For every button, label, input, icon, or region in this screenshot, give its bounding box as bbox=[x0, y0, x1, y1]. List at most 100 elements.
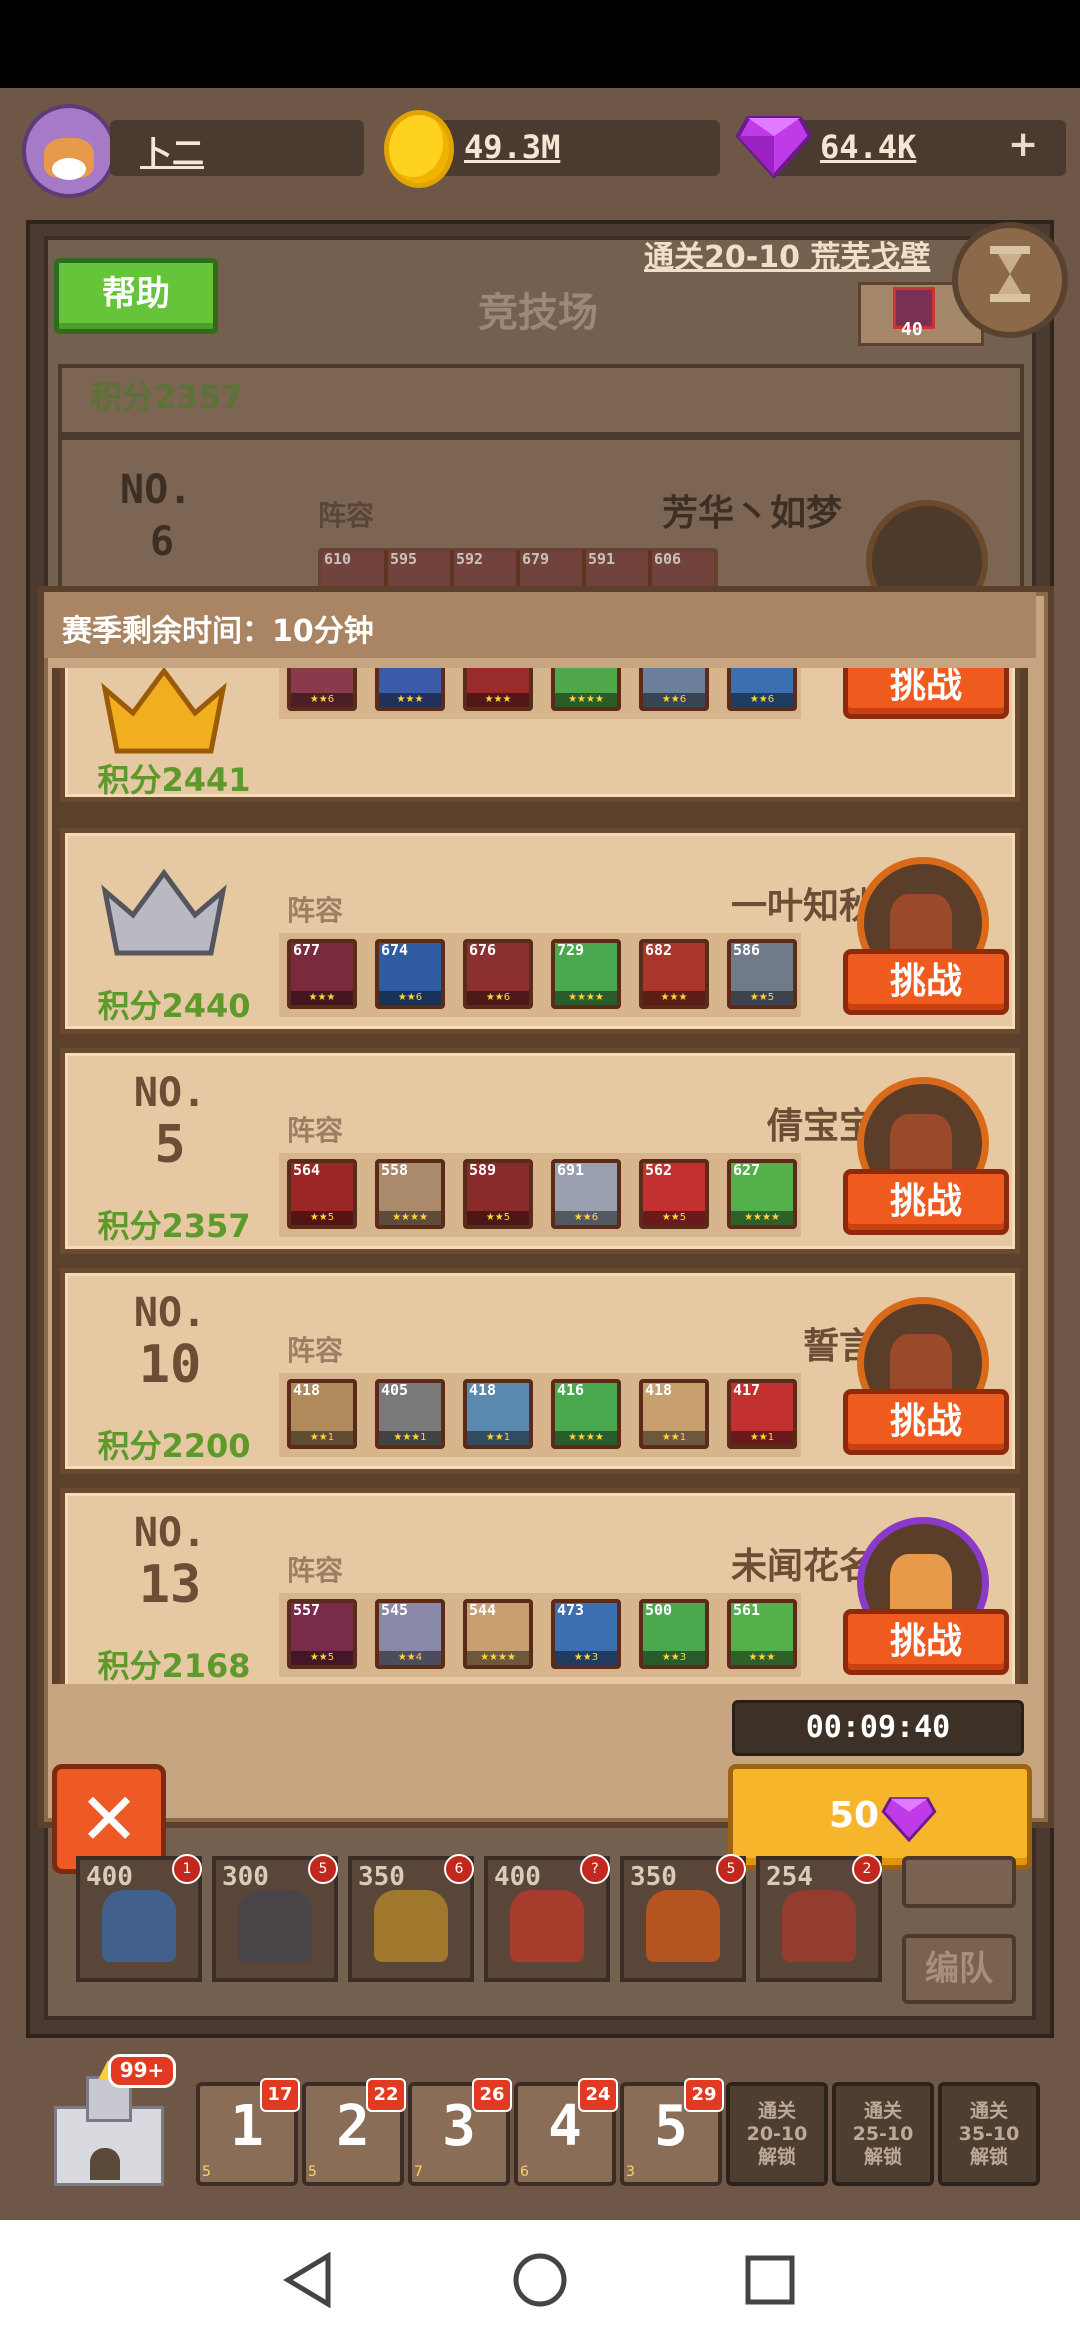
level-count-badge: 26 bbox=[472, 2078, 512, 2112]
locked-level-button[interactable]: 通关 20-10 解锁 bbox=[726, 2082, 828, 2186]
challenge-button[interactable]: 挑战 bbox=[843, 1169, 1009, 1235]
hero-card[interactable]: 557 ★★5 bbox=[287, 1599, 357, 1669]
hero-card[interactable]: 561 ★★★ bbox=[727, 1599, 797, 1669]
background-lineup-label: 阵容 bbox=[318, 499, 375, 532]
locked-line: 解锁 bbox=[863, 2145, 902, 2168]
team-slot[interactable]: 350 6 bbox=[348, 1854, 474, 1982]
challenge-button[interactable]: 挑战 bbox=[843, 668, 1009, 719]
hero-level: 610 bbox=[324, 550, 352, 568]
team-slot[interactable]: 400? bbox=[484, 1854, 610, 1982]
challenge-button[interactable]: 挑战 bbox=[843, 1389, 1009, 1455]
coin-icon bbox=[384, 110, 454, 188]
rank-no-label: NO. bbox=[133, 1290, 207, 1336]
locked-line: 解锁 bbox=[969, 2145, 1008, 2168]
hero-card[interactable]: 675★★★ bbox=[463, 668, 533, 711]
refresh-with-gems-button[interactable]: 50 bbox=[728, 1764, 1032, 1870]
team-slot[interactable]: 400 1 bbox=[76, 1854, 202, 1982]
hero-level: 682 bbox=[645, 941, 673, 959]
hero-lineup: 667★★6 602★★★ 675★★★ 777★★★★ 677★★6 687★★6 bbox=[279, 668, 801, 719]
hero-stars: ★★★★ bbox=[555, 693, 617, 707]
hero-card[interactable]: 417 ★★1 bbox=[727, 1379, 797, 1449]
hero-card[interactable]: 627 ★★★★ bbox=[727, 1159, 797, 1229]
hero-card[interactable]: 589 ★★5 bbox=[463, 1159, 533, 1229]
coin-amount: 49.3M bbox=[464, 128, 561, 166]
hero-level: 729 bbox=[557, 941, 585, 959]
player-score: 积分2440 bbox=[97, 987, 251, 1025]
team-slot[interactable]: 350 5 bbox=[620, 1854, 746, 1982]
handshake-button[interactable] bbox=[902, 1856, 1016, 1908]
hero-card[interactable]: 544 ★★★★ bbox=[463, 1599, 533, 1669]
hero-card[interactable]: 416 ★★★★ bbox=[551, 1379, 621, 1449]
player-name[interactable]: 卜二 bbox=[140, 128, 204, 174]
level-button-2[interactable]: 2 22 5 bbox=[302, 2078, 406, 2186]
hero-card[interactable]: 682 ★★★ bbox=[639, 939, 709, 1009]
hero-level: 561 bbox=[733, 1601, 761, 1619]
hero-level: 500 bbox=[645, 1601, 673, 1619]
recents-icon[interactable] bbox=[744, 2254, 796, 2306]
hero-stars: ★★1 bbox=[731, 1431, 793, 1445]
back-icon[interactable] bbox=[282, 2252, 334, 2308]
locked-line: 20-10 bbox=[746, 2122, 808, 2145]
level-count-badge: 24 bbox=[578, 2078, 618, 2112]
hero-card[interactable]: 405 ★★★1 bbox=[375, 1379, 445, 1449]
hero-card[interactable]: 418 ★★1 bbox=[287, 1379, 357, 1449]
hero-card[interactable]: 558 ★★★★ bbox=[375, 1159, 445, 1229]
hero-card[interactable]: 473 ★★3 bbox=[551, 1599, 621, 1669]
hourglass-icon[interactable] bbox=[952, 222, 1068, 338]
help-button[interactable]: 帮助 bbox=[54, 258, 218, 334]
chest-count: 5 bbox=[308, 2164, 317, 2180]
player-score: 积分2200 bbox=[97, 1427, 251, 1465]
hero-level: 595 bbox=[390, 550, 418, 568]
level-button-4[interactable]: 4 24 6 bbox=[514, 2078, 618, 2186]
gem-icon bbox=[736, 116, 812, 179]
hero-level: 545 bbox=[381, 1601, 409, 1619]
hero-card[interactable]: 677★★6 bbox=[639, 668, 709, 711]
player-avatar[interactable] bbox=[22, 104, 116, 198]
ranking-row: 积分2440 阵容 一叶知秋 677 ★★★ 674 ★★6 676 ★★6 729 ★★★★ 682… bbox=[60, 828, 1020, 1034]
add-gems-button[interactable]: + bbox=[1008, 124, 1038, 165]
background-score: 积分2357 bbox=[90, 378, 244, 416]
hero-card[interactable]: 677 ★★★ bbox=[287, 939, 357, 1009]
hero-stars: ★★5 bbox=[731, 991, 793, 1005]
hero-card[interactable]: 602★★★ bbox=[375, 668, 445, 711]
team-slot[interactable]: 300 5 bbox=[212, 1854, 338, 1982]
team-slot-cost: 254 bbox=[766, 1862, 813, 1892]
level-button-1[interactable]: 1 17 5 bbox=[196, 2078, 300, 2186]
hero-card[interactable]: 676 ★★6 bbox=[463, 939, 533, 1009]
challenge-button[interactable]: 挑战 bbox=[843, 949, 1009, 1015]
team-slot-cost: 350 bbox=[630, 1862, 677, 1892]
clear-progress-link[interactable]: 通关20-10 荒芜戈壁 bbox=[644, 232, 930, 276]
hero-card[interactable]: 418 ★★1 bbox=[639, 1379, 709, 1449]
hero-level: 558 bbox=[381, 1161, 409, 1179]
hero-card[interactable]: 564 ★★5 bbox=[287, 1159, 357, 1229]
challenge-button[interactable]: 挑战 bbox=[843, 1609, 1009, 1675]
locked-level-button[interactable]: 通关 25-10 解锁 bbox=[832, 2082, 934, 2186]
hero-lineup: 564 ★★5 558 ★★★★ 589 ★★5 691 ★★6 562 ★★5 627 ★★★★ bbox=[279, 1153, 801, 1237]
hero-card[interactable]: 418 ★★1 bbox=[463, 1379, 533, 1449]
hero-card[interactable]: 500 ★★3 bbox=[639, 1599, 709, 1669]
hero-card[interactable]: 691 ★★6 bbox=[551, 1159, 621, 1229]
arena-title: 竞技场 bbox=[478, 290, 598, 336]
chest-count: 3 bbox=[626, 2164, 635, 2180]
level-button-3[interactable]: 3 26 7 bbox=[408, 2078, 512, 2186]
hero-card[interactable]: 562 ★★5 bbox=[639, 1159, 709, 1229]
season-remaining-text: 赛季剩余时间：10分钟 bbox=[62, 614, 374, 649]
hero-card[interactable]: 667★★6 bbox=[287, 668, 357, 711]
level-button-5[interactable]: 5 29 3 bbox=[620, 2078, 724, 2186]
hero-card[interactable]: 586 ★★5 bbox=[727, 939, 797, 1009]
hero-card[interactable]: 674 ★★6 bbox=[375, 939, 445, 1009]
hero-card[interactable]: 545 ★★4 bbox=[375, 1599, 445, 1669]
hero-level: 586 bbox=[733, 941, 761, 959]
team-slot[interactable]: 254 2 bbox=[756, 1854, 882, 1982]
hero-level: 674 bbox=[381, 941, 409, 959]
edit-team-button[interactable]: 编队 bbox=[902, 1934, 1016, 2004]
hero-card[interactable]: 777★★★★ bbox=[551, 668, 621, 711]
hero-level: 679 bbox=[522, 550, 550, 568]
hero-card[interactable]: 729 ★★★★ bbox=[551, 939, 621, 1009]
hero-level: 677 bbox=[293, 941, 321, 959]
home-icon[interactable] bbox=[512, 2252, 568, 2308]
hero-card[interactable]: 687★★6 bbox=[727, 668, 797, 711]
locked-level-button[interactable]: 通关 35-10 解锁 bbox=[938, 2082, 1040, 2186]
hero-stars: ★★6 bbox=[731, 693, 793, 707]
hero-stars: ★★★★ bbox=[467, 1651, 529, 1665]
